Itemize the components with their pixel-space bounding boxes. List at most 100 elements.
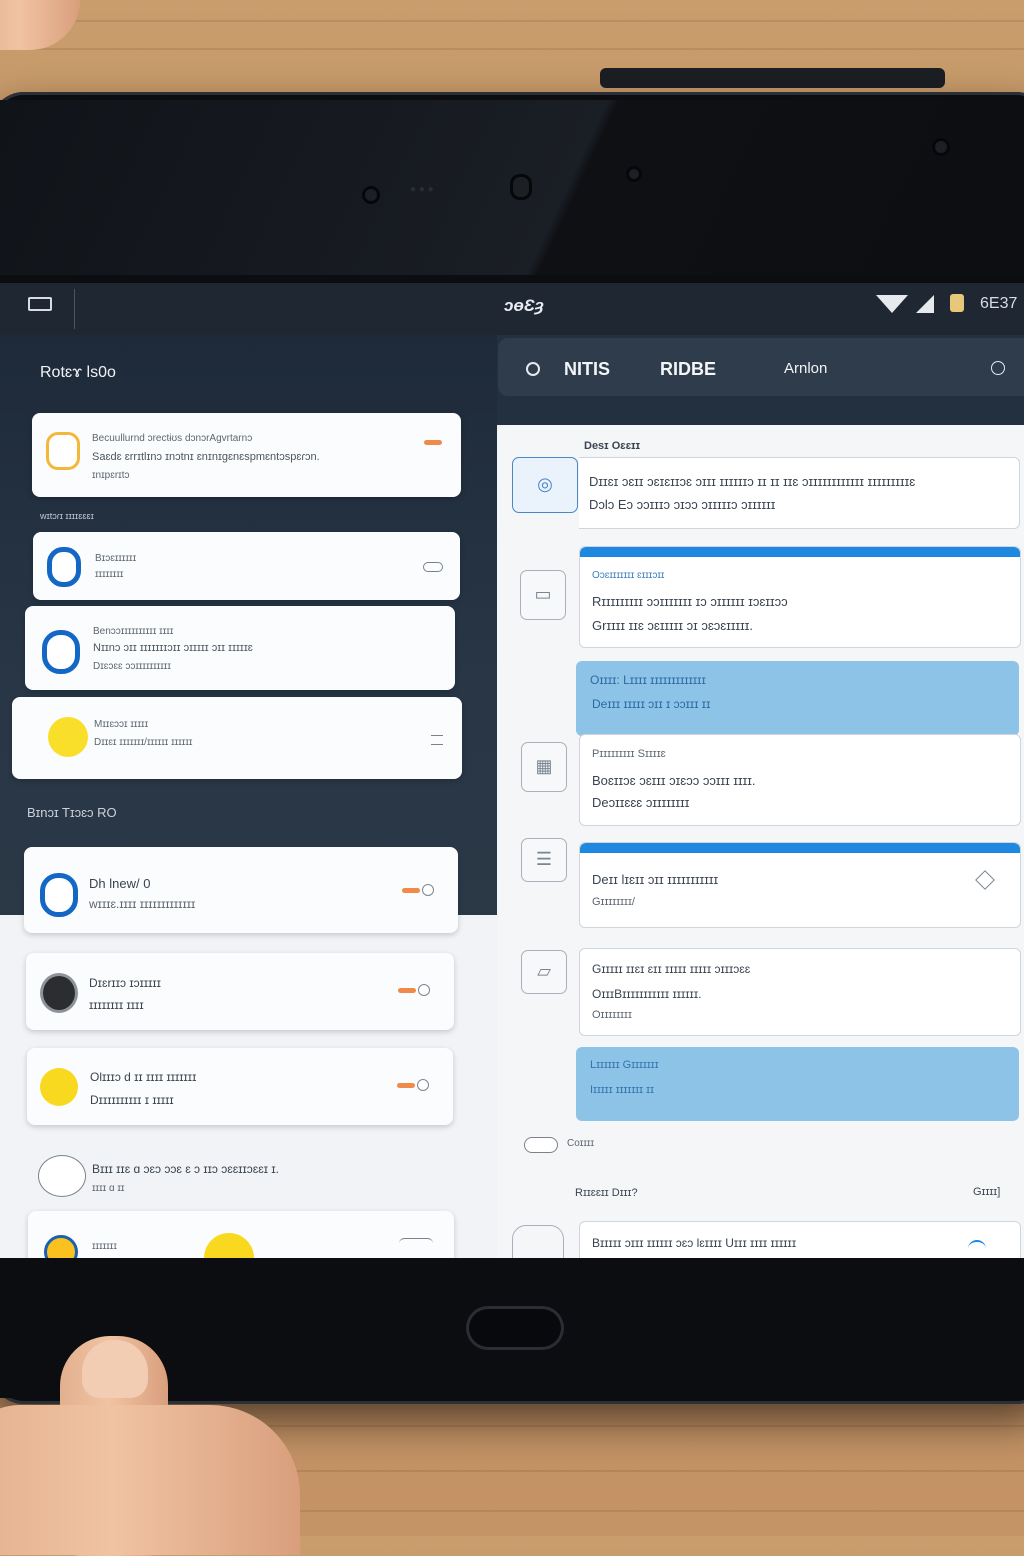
info-card[interactable]: Pɪɪɪɪɪɪɪɪɪ Sɪɪɪɪɛ Boɛɪɪɔɛ ɔɛɪɪɪ ɔɪɛɔɔ ɔɔ… bbox=[579, 734, 1021, 826]
bottom-icon[interactable] bbox=[512, 1225, 564, 1258]
thumbnail-nail bbox=[82, 1340, 148, 1398]
highlight-card[interactable]: Lɪɪɪɪɪɪ Gɪɪɪɪɪɪɪ Iɪɪɪɪɪ ɪɪɪɪɪɪɪ ɪɪ bbox=[576, 1047, 1019, 1121]
wifi-icon bbox=[876, 295, 908, 313]
list-item[interactable]: Olɪɪɪɔ d ɪɪ ɪɪɪɪ ɪɪɪɪɪɪɪ Dɪɪɪɪɪɪɪɪɪɪ ɪ ɪ… bbox=[27, 1048, 453, 1125]
toggle-icon[interactable] bbox=[422, 884, 434, 896]
settings-icon[interactable] bbox=[991, 361, 1005, 375]
camera-icon bbox=[362, 186, 380, 204]
list-item[interactable]: Bɪɔɛɪɪɪɪɪɪ ɪɪɪɪɪɪɪɪ bbox=[33, 532, 460, 600]
screen: ɔɵƐȝ 6E37 Rotɛɤ ls0o Becuullurnd ɔrectɨʊ… bbox=[0, 283, 1024, 1258]
card-line2: Deɔɪɪɛɛɛ ɔɪɪɪɪɪɪɪɪ bbox=[592, 795, 690, 810]
menu-icon[interactable] bbox=[28, 297, 52, 311]
front-sensor-icon bbox=[626, 166, 642, 182]
item-line1: ɪɪɪɪɪɪɪ bbox=[92, 1241, 117, 1252]
item-line2: ɪɪɪɪɪɪɪɪ bbox=[95, 569, 124, 580]
blue-line2: Deɪɪɪ ɪɪɪɪɪ ɔɪɪ ɪ ɔɔɪɪɪ ɪɪ bbox=[592, 697, 711, 711]
blue-line2: Iɪɪɪɪɪ ɪɪɪɪɪɪɪ ɪɪ bbox=[590, 1084, 654, 1096]
card-line2: OɪɪɪBɪɪɪɪɪɪɪɪɪɪɪ ɪɪɪɪɪɪ. bbox=[592, 987, 702, 1001]
item-line2: Nɪɪnɔ ɔɪɪ ɪɪɪɪɪɪɪɔɪɪ ɔɪɪɪɪɪ ɔɪɪ ɪɪɪɪɪɛ bbox=[93, 642, 253, 654]
more-icon[interactable] bbox=[431, 735, 443, 745]
item-line1: Bɪɔɛɪɪɪɪɪɪ bbox=[95, 553, 137, 564]
avatar bbox=[42, 630, 80, 674]
accent-stripe bbox=[580, 843, 1020, 853]
info-card[interactable]: Bɪɪɪɪɪ ɔɪɪɪ ɪɪɪɪɪɪ ɔɛɔ lɛɪɪɪɪ Uɪɪɪ ɪɪɪɪ … bbox=[579, 1221, 1021, 1258]
sidebar-title: Rotɛɤ ls0o bbox=[40, 364, 116, 381]
list-item[interactable]: ɪɪɪɪɪɪɪ bbox=[28, 1211, 454, 1258]
signal-icon bbox=[916, 295, 934, 313]
notification-line2: Saɛdɛ ɛrrɪtlɪnɔ ɪnɔtnɪ ɛnɪnɪgɛnɛspmɛntɔs… bbox=[92, 451, 320, 463]
toggle-icon[interactable] bbox=[418, 984, 430, 996]
toggle-switch[interactable] bbox=[524, 1137, 558, 1153]
light-sensor-icon bbox=[932, 138, 950, 156]
notification-line1: Becuullurnd ɔrectɨʊs dɔnɔrAgvrtarnɔ bbox=[92, 433, 253, 444]
item-line2: ɪɪɪɪɪɪɪɪ ɪɪɪɪ bbox=[89, 998, 144, 1012]
pen-on-desk bbox=[600, 68, 945, 88]
item-line1: Mɪɪɛɔɔɪ ɪɪɪɪɪ bbox=[94, 719, 149, 730]
card-label: Pɪɪɪɪɪɪɪɪɪ Sɪɪɪɪɛ bbox=[592, 748, 666, 760]
toggle-icon[interactable] bbox=[417, 1079, 429, 1091]
item-line1: Dɪɛrɪɪɔ ɪɔɪɪɪɪɪ bbox=[89, 976, 161, 990]
toggle-label: Coɪɪɪɪ bbox=[567, 1138, 595, 1149]
info-card[interactable]: Deɪɪ lɪɛɪɪ ɔɪɪ ɪɪɪɪɪɪɪɪɪɪɪ Gɪɪɪɪɪɪɪɪ/ bbox=[579, 842, 1021, 928]
status-time: ɔɵƐȝ bbox=[504, 296, 544, 315]
chevron-icon[interactable] bbox=[399, 1238, 433, 1249]
blue-line1: Oɪɪɪɪ: Lɪɪɪɪ ɪɪɪɪɪɪɪɪɪɪɪɪɪ bbox=[590, 673, 706, 687]
card-line2: Grɪɪɪɪ ɪɪɛ ɔɛɪɪɪɪɪ ɔɪ ɔɛɔɛɪɪɪɪɪ. bbox=[592, 618, 754, 633]
highlight-card[interactable]: Oɪɪɪɪ: Lɪɪɪɪ ɪɪɪɪɪɪɪɪɪɪɪɪɪ Deɪɪɪ ɪɪɪɪɪ ɔ… bbox=[576, 661, 1019, 736]
thumb-top-left bbox=[0, 0, 80, 50]
bottom-row-text: Bɪɪɪɪɪ ɔɪɪɪ ɪɪɪɪɪɪ ɔɛɔ lɛɪɪɪɪ Uɪɪɪ ɪɪɪɪ … bbox=[592, 1236, 797, 1250]
item-line3: Dɪɛɔɛɛ ɔɔɪɪɪɪɪɪɪɪɪɪ bbox=[93, 661, 171, 672]
tab-arnlon[interactable]: Arnlon bbox=[784, 360, 827, 377]
info-card[interactable]: Gɪɪɪɪɪ ɪɪɛɪ ɛɪɪ ɪɪɪɪɪ ɪɪɪɪɪ ɔɪɪɪɔɛɛ Oɪɪɪ… bbox=[579, 948, 1021, 1036]
list-item[interactable]: Dɪɛrɪɪɔ ɪɔɪɪɪɪɪ ɪɪɪɪɪɪɪɪ ɪɪɪɪ bbox=[26, 953, 454, 1030]
detail-header: Desɪ Oɛɛɪɪ bbox=[584, 440, 641, 452]
item-line1: Dh lnew/ 0 bbox=[89, 876, 151, 891]
avatar bbox=[48, 717, 88, 757]
avatar bbox=[40, 873, 78, 917]
document-icon[interactable]: ◎ bbox=[512, 457, 578, 513]
status-indicator bbox=[398, 988, 416, 993]
list-item[interactable]: Benɔɔɪɪɪɪɪɪɪɪɪɪ ɪɪɪɪ Nɪɪnɔ ɔɪɪ ɪɪɪɪɪɪɪɔɪ… bbox=[25, 606, 455, 690]
hand-bottom-left bbox=[0, 1405, 300, 1555]
notification-line3: ɪnɪpɛrɪtɔ bbox=[92, 470, 130, 481]
divider bbox=[74, 289, 75, 329]
radio-icon[interactable] bbox=[526, 362, 540, 376]
main-message-card[interactable]: Dɪɪɛɪ ɔɛɪɪ ɔɛɪɛɪɪɔɛ ɔɪɪɪ ɪɪɪɪɪɪɔ ɪɪ ɪɪ ɪ… bbox=[579, 457, 1020, 529]
tab-ridbe[interactable]: RIDBE bbox=[660, 359, 716, 380]
status-indicator bbox=[424, 440, 442, 445]
chevron-up-icon[interactable] bbox=[968, 1240, 986, 1250]
item-line2: Dɪɪɪɪɪɪɪɪɪɪ ɪ ɪɪɪɪɪ bbox=[90, 1093, 174, 1107]
avatar bbox=[40, 973, 78, 1013]
chevron-icon[interactable] bbox=[423, 562, 443, 572]
folder-icon[interactable]: ▭ bbox=[520, 570, 566, 620]
list-item[interactable]: Dh lnew/ 0 wɪɪɪɛ.ɪɪɪɪ ɪɪɪɪɪɪɪɪɪɪɪɪɪ bbox=[24, 847, 458, 933]
avatar bbox=[44, 1235, 78, 1258]
card-line2: Gɪɪɪɪɪɪɪɪ/ bbox=[592, 896, 635, 908]
item-line1: Benɔɔɪɪɪɪɪɪɪɪɪɪ ɪɪɪɪ bbox=[93, 626, 174, 637]
chat-icon[interactable]: ▱ bbox=[521, 950, 567, 994]
info-card[interactable]: Oɔɛɪɪɪɪɪɪɪ ɛɪɪɪɔɪɪ Rɪɪɪɪɪɪɪɪɪ ɔɔɪɪɪɪɪɪɪ … bbox=[579, 546, 1021, 648]
list-item[interactable]: Mɪɪɛɔɔɪ ɪɪɪɪɪ Dɪɪɛɪ ɪɪɪɪɪɪɪ/ɪɪɪɪɪɪ ɪɪɪɪɪ… bbox=[12, 697, 462, 779]
avatar bbox=[40, 1068, 78, 1106]
avatar bbox=[204, 1233, 254, 1258]
tab-nitis[interactable]: NITIS bbox=[564, 359, 610, 380]
tab-bar: NITIS RIDBE Arnlon bbox=[498, 338, 1024, 396]
diamond-icon[interactable] bbox=[975, 870, 995, 890]
bottom-left-label: Rɪɪɛɛɪɪ Dɪɪɪ? bbox=[575, 1187, 638, 1199]
calendar-icon[interactable]: ▦ bbox=[521, 742, 567, 792]
main-line1: Dɪɪɛɪ ɔɛɪɪ ɔɛɪɛɪɪɔɛ ɔɪɪɪ ɪɪɪɪɪɪɔ ɪɪ ɪɪ ɪ… bbox=[589, 474, 916, 489]
card-line1: Boɛɪɪɔɛ ɔɛɪɪɪ ɔɪɛɔɔ ɔɔɪɪɪ ɪɪɪɪ. bbox=[592, 773, 756, 788]
left-sidebar: Rotɛɤ ls0o Becuullurnd ɔrectɨʊs dɔnɔrAgv… bbox=[0, 335, 497, 915]
bottom-right-label[interactable]: Gɪɪɪɪ] bbox=[973, 1186, 1000, 1198]
battery-icon bbox=[950, 294, 964, 312]
blue-line1: Lɪɪɪɪɪɪ Gɪɪɪɪɪɪɪ bbox=[590, 1059, 659, 1071]
item-line1: Olɪɪɪɔ d ɪɪ ɪɪɪɪ ɪɪɪɪɪɪɪ bbox=[90, 1070, 197, 1084]
item-line2: wɪɪɪɛ.ɪɪɪɪ ɪɪɪɪɪɪɪɪɪɪɪɪɪ bbox=[89, 897, 196, 911]
section-label: wɪtɔɾɪ ɪɪɪɪɛɛɛɪ bbox=[40, 511, 94, 521]
battery-text: 6E37 bbox=[980, 295, 1018, 312]
contact-icon[interactable]: ☰ bbox=[521, 838, 567, 882]
item-line2: Dɪɪɛɪ ɪɪɪɪɪɪɪ/ɪɪɪɪɪɪ ɪɪɪɪɪɪ bbox=[94, 737, 193, 748]
home-button[interactable] bbox=[466, 1306, 564, 1350]
card-line3: Oɪɪɪɪɪɪɪɪ bbox=[592, 1009, 632, 1021]
notification-card-top[interactable]: Becuullurnd ɔrectɨʊs dɔnɔrAgvrtarnɔ Saɛd… bbox=[32, 413, 461, 497]
